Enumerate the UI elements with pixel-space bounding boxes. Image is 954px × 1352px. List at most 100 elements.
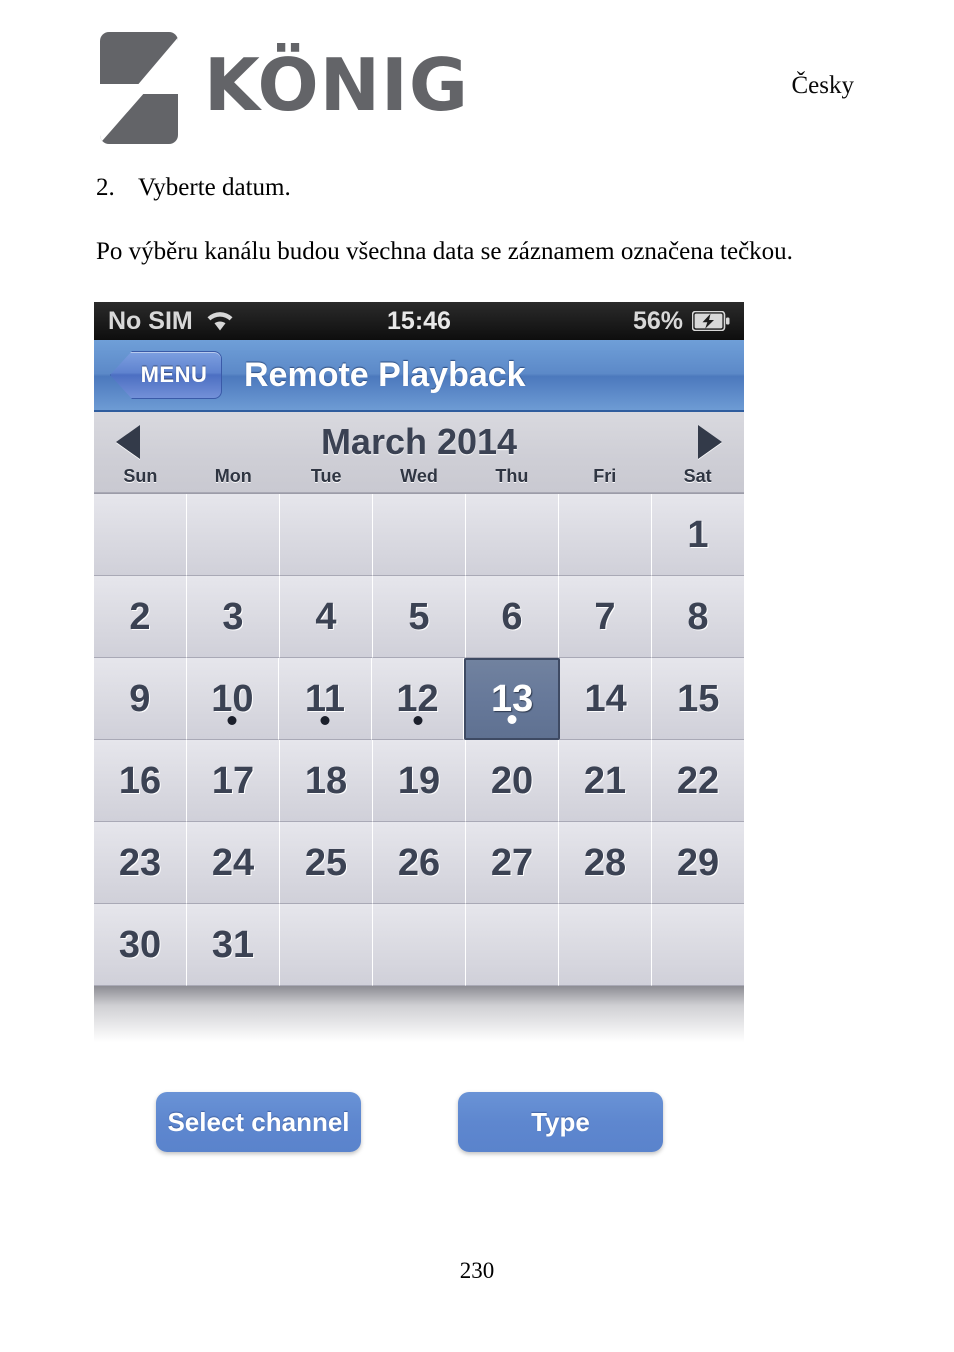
triangle-left-icon[interactable] xyxy=(116,425,140,459)
calendar-week-row: 30 31 xyxy=(94,904,744,986)
konig-logo-mark-icon xyxy=(100,32,178,144)
select-channel-button-label: Select channel xyxy=(167,1106,350,1137)
status-bar-right: 56% xyxy=(633,307,730,336)
calendar-day-number: 26 xyxy=(397,841,441,884)
carrier-label: No SIM xyxy=(108,306,193,335)
calendar-day-cell[interactable]: 22 xyxy=(652,740,744,822)
battery-percent-label: 56% xyxy=(632,306,683,335)
calendar-day-cell[interactable]: 21 xyxy=(559,740,652,822)
triangle-right-icon[interactable] xyxy=(698,425,722,459)
calendar-day-cell-empty xyxy=(187,494,280,576)
calendar-day-cell-empty xyxy=(280,494,373,576)
calendar-day-cell[interactable]: 26 xyxy=(373,822,466,904)
calendar-day-number: 13 xyxy=(490,678,534,720)
wifi-icon xyxy=(207,312,233,331)
calendar-day-cell[interactable]: 11 xyxy=(279,658,372,740)
calendar-day-number: 5 xyxy=(408,595,430,638)
calendar-day-cell[interactable]: 24 xyxy=(187,822,280,904)
calendar-day-number: 3 xyxy=(222,595,244,638)
calendar-day-number: 16 xyxy=(118,759,162,802)
battery-charging-icon xyxy=(692,311,730,331)
calendar-day-cell-empty xyxy=(652,904,744,986)
calendar-weekday-row: Sun Mon Tue Wed Thu Fri Sat xyxy=(94,466,744,492)
calendar-week-row: 16 17 18 19 20 21 22 xyxy=(94,740,744,822)
calendar-day-cell-empty xyxy=(466,494,559,576)
type-button[interactable]: Type xyxy=(458,1092,663,1152)
calendar-week-row: 1 xyxy=(94,494,744,576)
calendar-day-cell[interactable]: 6 xyxy=(466,576,559,658)
calendar-day-number: 18 xyxy=(304,759,348,802)
calendar-bottom-shadow xyxy=(94,986,744,1042)
calendar-day-cell[interactable]: 14 xyxy=(559,658,653,740)
calendar-day-number: 25 xyxy=(304,841,348,884)
calendar-day-number: 31 xyxy=(211,923,255,966)
calendar-day-cell[interactable]: 12 xyxy=(371,658,465,740)
calendar-day-number: 30 xyxy=(118,923,162,966)
calendar-day-number: 9 xyxy=(129,677,151,720)
calendar-day-number: 19 xyxy=(397,759,441,802)
calendar-day-cell[interactable]: 10 xyxy=(186,658,280,740)
calendar-day-number: 1 xyxy=(687,513,709,556)
page-number: 230 xyxy=(459,1258,495,1283)
body-paragraph: Po výběru kanálu budou všechna data se z… xyxy=(96,238,793,265)
step-text: Vyberte datum. xyxy=(138,174,291,201)
calendar-day-number: 10 xyxy=(211,677,254,720)
weekday-label: Tue xyxy=(310,466,342,486)
calendar-day-cell[interactable]: 25 xyxy=(280,822,373,904)
step-number: 2. xyxy=(96,174,115,201)
weekday-label: Sun xyxy=(123,466,158,486)
calendar-day-cell[interactable]: 19 xyxy=(373,740,466,822)
calendar-day-cell-empty xyxy=(373,904,466,986)
type-button-label: Type xyxy=(531,1106,590,1137)
weekday-label: Thu xyxy=(495,466,529,486)
calendar-day-number: 12 xyxy=(396,677,439,720)
calendar-day-cell-empty xyxy=(466,904,559,986)
weekday-label: Sat xyxy=(683,466,712,486)
recording-dot-indicator xyxy=(413,716,423,725)
calendar-grid: 1 2 3 4 5 6 7 8 9 10 11 12 13 14 15 16 17 18 19 20 21 22 23 24 2… xyxy=(94,493,745,986)
calendar-day-cell[interactable]: 9 xyxy=(94,658,187,740)
calendar-day-number: 4 xyxy=(315,595,337,638)
calendar-day-cell-empty xyxy=(373,494,466,576)
recording-dot-indicator xyxy=(507,715,517,724)
calendar-day-number: 29 xyxy=(676,841,720,884)
calendar-day-cell[interactable]: 18 xyxy=(280,740,373,822)
menu-back-button[interactable]: MENU xyxy=(110,351,222,399)
page-title: Remote Playback xyxy=(244,355,526,394)
calendar-day-number: 23 xyxy=(118,841,162,884)
calendar-day-cell[interactable]: 13 xyxy=(464,658,560,740)
calendar-day-cell-empty xyxy=(280,904,373,986)
status-bar: No SIM 15:46 56% xyxy=(94,302,744,340)
calendar-day-cell-empty xyxy=(94,494,187,576)
calendar-day-cell[interactable]: 4 xyxy=(280,576,373,658)
calendar-day-number: 2 xyxy=(129,595,151,638)
calendar-day-cell[interactable]: 8 xyxy=(652,576,744,658)
menu-back-button-label: MENU xyxy=(140,362,208,387)
calendar-day-cell[interactable]: 20 xyxy=(466,740,559,822)
calendar-day-cell-empty xyxy=(559,494,652,576)
calendar-day-cell[interactable]: 31 xyxy=(187,904,280,986)
calendar-day-cell[interactable]: 28 xyxy=(559,822,652,904)
calendar-week-row: 9 10 11 12 13 14 15 xyxy=(94,658,745,740)
calendar-day-cell[interactable]: 23 xyxy=(94,822,187,904)
calendar-day-cell[interactable]: 16 xyxy=(94,740,187,822)
calendar-day-cell[interactable]: 7 xyxy=(559,576,652,658)
calendar-week-row: 23 24 25 26 27 28 29 xyxy=(94,822,744,904)
recording-dot-indicator xyxy=(320,716,330,725)
calendar-day-cell[interactable]: 5 xyxy=(373,576,466,658)
calendar-day-cell[interactable]: 1 xyxy=(652,494,744,576)
calendar-day-cell[interactable]: 15 xyxy=(652,658,745,740)
calendar-day-number: 8 xyxy=(687,595,709,638)
calendar-day-cell[interactable]: 2 xyxy=(94,576,187,658)
select-channel-button[interactable]: Select channel xyxy=(156,1092,361,1152)
calendar-day-cell[interactable]: 29 xyxy=(652,822,744,904)
phone-screenshot: No SIM 15:46 56% MENU Remote Playback Ma… xyxy=(94,302,745,1042)
calendar-day-number: 7 xyxy=(594,595,616,638)
weekday-label: Wed xyxy=(400,466,438,486)
weekday-label: Fri xyxy=(593,466,617,486)
calendar-day-cell[interactable]: 3 xyxy=(187,576,280,658)
calendar-day-cell[interactable]: 17 xyxy=(187,740,280,822)
calendar-day-cell[interactable]: 30 xyxy=(94,904,187,986)
calendar-day-number: 6 xyxy=(501,595,523,638)
calendar-day-cell[interactable]: 27 xyxy=(466,822,559,904)
